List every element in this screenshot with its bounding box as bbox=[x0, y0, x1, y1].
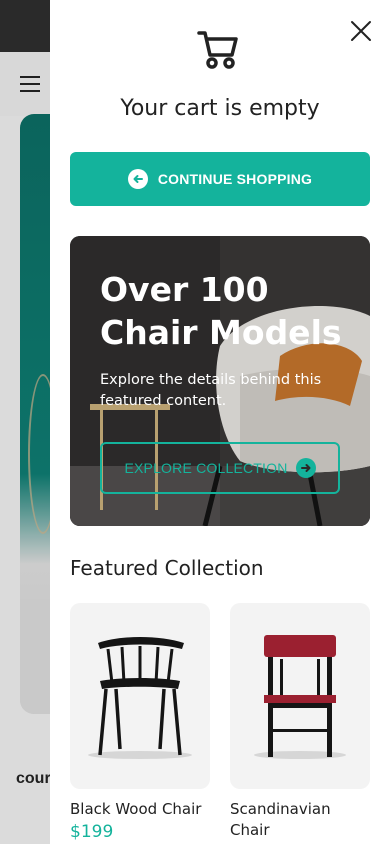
empty-cart-title: Your cart is empty bbox=[120, 96, 320, 121]
arrow-right-icon bbox=[295, 458, 316, 478]
continue-shopping-label: CONTINUE SHOPPING bbox=[157, 171, 313, 187]
cart-icon bbox=[196, 28, 240, 72]
promo-headline: Over 100 Chair Models bbox=[100, 270, 342, 352]
featured-collection-title: Featured Collection bbox=[70, 556, 264, 580]
product-price: $199 bbox=[70, 822, 114, 842]
promo-banner: Over 100 Chair Models Explore the detail… bbox=[70, 236, 370, 526]
drawer-backdrop[interactable] bbox=[0, 0, 50, 844]
explore-collection-button[interactable]: EXPLORE COLLECTION bbox=[100, 442, 340, 494]
cart-drawer: Your cart is empty CONTINUE SHOPPING Ove… bbox=[50, 0, 390, 844]
black-wood-chair-image bbox=[70, 603, 210, 789]
explore-collection-label: EXPLORE COLLECTION bbox=[124, 460, 288, 476]
product-name: Scandinavian Chair bbox=[230, 800, 331, 839]
product-list: Black Wood Chair $199 Scandinavian Chair bbox=[70, 603, 390, 844]
continue-shopping-button[interactable]: CONTINUE SHOPPING bbox=[70, 152, 370, 206]
promo-subtext: Explore the details behind this featured… bbox=[100, 372, 322, 409]
scandinavian-chair-image bbox=[230, 603, 370, 789]
product-card[interactable]: Black Wood Chair $199 bbox=[70, 603, 210, 842]
arrow-left-icon bbox=[127, 169, 148, 189]
product-name: Black Wood Chair bbox=[70, 800, 202, 818]
close-icon[interactable] bbox=[348, 18, 374, 44]
product-card[interactable]: Scandinavian Chair bbox=[230, 603, 370, 843]
